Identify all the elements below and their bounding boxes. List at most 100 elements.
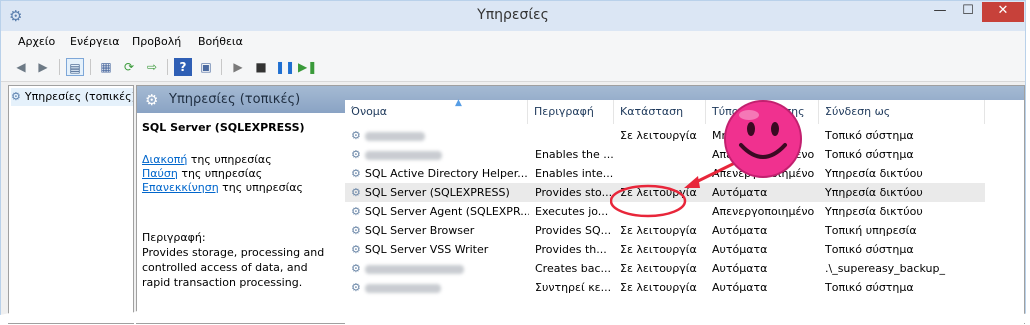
service-gear-icon: ⚙ xyxy=(351,243,361,256)
service-name-cell: ⚙ SQL Server VSS Writer xyxy=(351,240,529,259)
service-name: SQL Server Browser xyxy=(364,224,475,237)
toolbar: ◀ ▶ ▤ ▦ ⟳ ⇨ ? ▣ ▶ ■ ❚❚ ▶❚ xyxy=(1,53,1025,82)
service-startup-type: Αυτόματα xyxy=(712,262,768,275)
column-name-label: Όνομα xyxy=(351,105,388,118)
restart-service-icon[interactable]: ▶❚ xyxy=(298,58,317,76)
show-hide-console-tree-icon[interactable]: ▤ xyxy=(66,58,84,76)
console-tree: ⚙ Υπηρεσίες (τοπικές) xyxy=(8,85,134,324)
service-description: Provides sto... xyxy=(535,186,613,199)
torn-edge-effect xyxy=(0,309,1030,323)
toolbar-separator xyxy=(90,59,91,75)
service-description: Συντηρεί κε... xyxy=(535,281,612,294)
service-name-cell: ⚙ xyxy=(351,278,529,297)
service-startup-type: Αυτόματα xyxy=(712,243,768,256)
menu-action[interactable]: Ενέργεια xyxy=(70,35,119,48)
service-status: Σε λειτουργία xyxy=(620,262,697,275)
service-log-on-as: Τοπικό σύστημα xyxy=(825,148,914,161)
sort-ascending-icon: ▲ xyxy=(455,98,462,108)
toolbar-separator xyxy=(167,59,168,75)
service-name-cell: ⚙ SQL Server (SQLEXPRESS) xyxy=(351,183,529,202)
service-name-cell: ⚙ xyxy=(351,126,529,145)
back-icon[interactable]: ◀ xyxy=(12,58,30,76)
service-gear-icon: ⚙ xyxy=(351,186,361,199)
service-gear-icon: ⚙ xyxy=(351,148,361,161)
redacted-service-name xyxy=(364,131,425,141)
service-status: Σε λειτουργία xyxy=(620,129,697,142)
service-description: Provides th... xyxy=(535,243,607,256)
help-icon[interactable]: ? xyxy=(174,58,192,76)
minimize-button[interactable]: — xyxy=(926,2,954,22)
menu-bar: Αρχείο Ενέργεια Προβολή Βοήθεια xyxy=(1,31,1025,53)
restart-line: Επανεκκίνηση της υπηρεσίας xyxy=(142,181,303,194)
service-row[interactable]: ⚙Σε λειτουργίαΜη αυτόματαΤοπικό σύστημα xyxy=(345,126,985,145)
pause-service-icon[interactable]: ❚❚ xyxy=(275,58,295,76)
service-row[interactable]: ⚙ SQL Server Browser Provides SQ... Σε λειτ… xyxy=(345,221,985,240)
tree-item-label: Υπηρεσίες (τοπικές) xyxy=(24,90,133,103)
export-icon[interactable]: ⇨ xyxy=(143,58,161,76)
pane-title: Υπηρεσίες (τοπικές) xyxy=(169,92,301,107)
service-log-on-as: Υπηρεσία δικτύου xyxy=(825,205,923,218)
service-name-cell: ⚙ SQL Server Agent (SQLEXPR... xyxy=(351,202,529,221)
menu-view[interactable]: Προβολή xyxy=(132,35,181,48)
stop-suffix: της υπηρεσίας xyxy=(187,153,272,166)
refresh-icon[interactable]: ⟳ xyxy=(120,58,138,76)
stop-service-icon[interactable]: ■ xyxy=(252,58,270,76)
pause-line: Παύση της υπηρεσίας xyxy=(142,167,262,180)
service-row[interactable]: ⚙ SQL Server VSS Writer Provides th... Σε λ… xyxy=(345,240,985,259)
service-description: Executes jo... xyxy=(535,205,609,218)
service-status: Σε λειτουργία xyxy=(620,243,697,256)
service-startup-type: Αυτόματα xyxy=(712,281,768,294)
service-gear-icon: ⚙ xyxy=(351,281,361,294)
service-description: Enables the ... xyxy=(535,148,614,161)
services-gear-icon: ⚙ xyxy=(11,90,21,103)
column-description[interactable]: Περιγραφή xyxy=(528,100,614,124)
status-highlight-ellipse xyxy=(610,184,687,218)
service-gear-icon: ⚙ xyxy=(351,167,361,180)
service-row[interactable]: ⚙ Συντηρεί κε... Σε λειτουργία Αυτόματα Τοπι… xyxy=(345,278,985,297)
menu-help[interactable]: Βοήθεια xyxy=(198,35,243,48)
smiley-face-icon xyxy=(724,100,802,178)
service-name: SQL Server Agent (SQLEXPR... xyxy=(364,205,529,218)
description-label: Περιγραφή: xyxy=(142,231,206,244)
service-gear-icon: ⚙ xyxy=(351,224,361,237)
column-name[interactable]: ▲ Όνομα xyxy=(345,98,528,124)
start-service-icon[interactable]: ▶ xyxy=(229,58,247,76)
service-name: SQL Server VSS Writer xyxy=(364,243,489,256)
toolbar-separator xyxy=(59,59,60,75)
service-status: Σε λειτουργία xyxy=(620,224,697,237)
maximize-button[interactable]: ☐ xyxy=(954,2,982,22)
column-log-on-as[interactable]: Σύνδεση ως xyxy=(819,100,985,124)
service-log-on-as: .\_supereasy_backup_ xyxy=(825,262,945,275)
pause-service-link[interactable]: Παύση xyxy=(142,167,178,180)
column-status[interactable]: Κατάσταση xyxy=(614,100,706,124)
selected-service-name: SQL Server (SQLEXPRESS) xyxy=(142,121,305,134)
service-name-cell: ⚙ xyxy=(351,145,529,164)
service-description: Creates bac... xyxy=(535,262,612,275)
service-row[interactable]: ⚙ Creates bac... Σε λειτουργία Αυτόματα .\_s… xyxy=(345,259,985,278)
service-gear-icon: ⚙ xyxy=(351,129,361,142)
properties-icon[interactable]: ▦ xyxy=(97,58,115,76)
extended-description-panel: SQL Server (SQLEXPRESS) Διακοπή της υπηρ… xyxy=(137,113,342,325)
service-description: Provides SQ... xyxy=(535,224,612,237)
service-name: SQL Active Directory Helper... xyxy=(364,167,528,180)
forward-icon[interactable]: ▶ xyxy=(34,58,52,76)
show-action-pane-icon[interactable]: ▣ xyxy=(197,58,215,76)
menu-file[interactable]: Αρχείο xyxy=(18,35,55,48)
service-log-on-as: Τοπικό σύστημα xyxy=(825,281,914,294)
window-title: Υπηρεσίες xyxy=(477,7,549,23)
services-pane: ⚙ Υπηρεσίες (τοπικές) SQL Server (SQLEXP… xyxy=(136,85,1025,325)
service-log-on-as: Υπηρεσία δικτύου xyxy=(825,167,923,180)
close-button[interactable]: ✕ xyxy=(982,2,1024,22)
title-bar[interactable]: ⚙ Υπηρεσίες — ☐ ✕ xyxy=(1,1,1025,31)
restart-suffix: της υπηρεσίας xyxy=(218,181,304,194)
service-gear-icon: ⚙ xyxy=(351,262,361,275)
service-log-on-as: Υπηρεσία δικτύου xyxy=(825,186,923,199)
tree-item-local-services[interactable]: ⚙ Υπηρεσίες (τοπικές) xyxy=(11,88,133,106)
toolbar-separator xyxy=(221,59,222,75)
restart-service-link[interactable]: Επανεκκίνηση xyxy=(142,181,219,194)
stop-service-link[interactable]: Διακοπή xyxy=(142,153,187,166)
service-status: Σε λειτουργία xyxy=(620,281,697,294)
service-log-on-as: Τοπικό σύστημα xyxy=(825,129,914,142)
redacted-service-name xyxy=(364,283,441,293)
annotation-arrowhead xyxy=(684,176,700,188)
